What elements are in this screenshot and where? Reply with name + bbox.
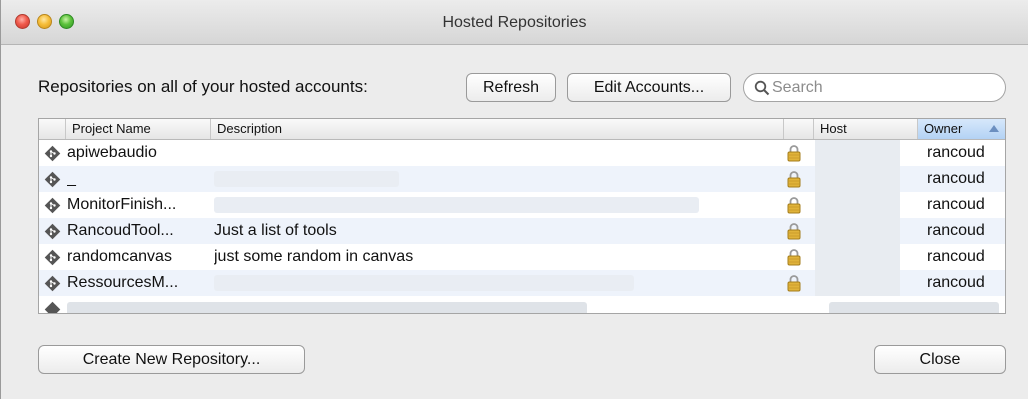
host-cell	[815, 192, 900, 218]
owner-header-label: Owner	[924, 121, 963, 136]
window-title: Hosted Repositories	[442, 14, 587, 31]
lock-icon	[787, 275, 801, 292]
git-icon	[44, 275, 61, 292]
lock-icon	[787, 197, 801, 214]
owner-name: rancoud	[927, 170, 985, 187]
git-icon	[44, 171, 61, 188]
column-header-project-name[interactable]: Project Name	[65, 119, 210, 139]
table-row[interactable]: apiwebaudio rancoud	[39, 140, 1005, 166]
project-name: MonitorFinish...	[67, 196, 177, 213]
refresh-button[interactable]: Refresh	[466, 73, 556, 102]
project-description: Just a list of tools	[214, 222, 337, 239]
git-icon	[44, 301, 61, 313]
owner-name: rancoud	[927, 274, 985, 291]
close-button[interactable]: Close	[874, 345, 1006, 374]
column-header-description[interactable]: Description	[210, 119, 783, 139]
create-new-repository-button[interactable]: Create New Repository...	[38, 345, 305, 374]
git-icon	[44, 249, 61, 266]
blurred-description	[214, 275, 634, 291]
table-row[interactable]: RancoudTool... Just a list of tools ranc…	[39, 218, 1005, 244]
project-name: RessourcesM...	[67, 274, 179, 291]
table-rows: apiwebaudio rancoud _ rancoud MonitorFin…	[39, 140, 1005, 313]
hosted-repositories-window: Hosted Repositories Repositories on all …	[0, 0, 1028, 399]
project-name: RancoudTool...	[67, 222, 174, 239]
host-cell	[815, 166, 900, 192]
column-header-host[interactable]: Host	[813, 119, 917, 139]
cut-off-row-host	[829, 302, 999, 313]
host-cell	[815, 218, 900, 244]
edit-accounts-button[interactable]: Edit Accounts...	[567, 73, 731, 102]
table-row-partial[interactable]	[39, 296, 1005, 313]
search-placeholder: Search	[772, 79, 823, 96]
lock-icon	[787, 249, 801, 266]
icon-column-header[interactable]	[39, 119, 65, 139]
project-description: just some random in canvas	[214, 248, 414, 265]
lock-icon	[787, 223, 801, 240]
column-header-owner[interactable]: Owner	[917, 119, 1005, 139]
lock-icon	[787, 171, 801, 188]
table-header: Project Name Description Host Owner	[39, 119, 1005, 140]
sort-ascending-icon	[989, 125, 999, 132]
git-icon	[44, 223, 61, 240]
table-row[interactable]: MonitorFinish... rancoud	[39, 192, 1005, 218]
table-row[interactable]: _ rancoud	[39, 166, 1005, 192]
project-name: _	[67, 170, 76, 187]
project-description	[214, 140, 774, 166]
lock-icon	[787, 145, 801, 162]
blurred-description	[214, 171, 399, 187]
title-bar[interactable]: Hosted Repositories	[1, 0, 1028, 45]
host-cell	[815, 140, 900, 166]
git-icon	[44, 197, 61, 214]
owner-name: rancoud	[927, 248, 985, 265]
cut-off-row-content	[67, 302, 587, 313]
project-name: apiwebaudio	[67, 144, 157, 161]
table-row[interactable]: randomcanvas just some random in canvas …	[39, 244, 1005, 270]
search-field[interactable]: Search	[743, 73, 1006, 102]
column-header-lock[interactable]	[783, 119, 813, 139]
owner-name: rancoud	[927, 222, 985, 239]
blurred-description	[214, 197, 699, 213]
git-icon	[44, 145, 61, 162]
owner-name: rancoud	[927, 144, 985, 161]
table-row[interactable]: RessourcesM... rancoud	[39, 270, 1005, 296]
host-cell	[815, 244, 900, 270]
repositories-label: Repositories on all of your hosted accou…	[38, 77, 368, 96]
project-name: randomcanvas	[67, 248, 172, 265]
host-cell	[815, 270, 900, 296]
search-icon	[754, 80, 770, 96]
owner-name: rancoud	[927, 196, 985, 213]
repositories-table[interactable]: Project Name Description Host Owner apiw…	[38, 118, 1006, 314]
